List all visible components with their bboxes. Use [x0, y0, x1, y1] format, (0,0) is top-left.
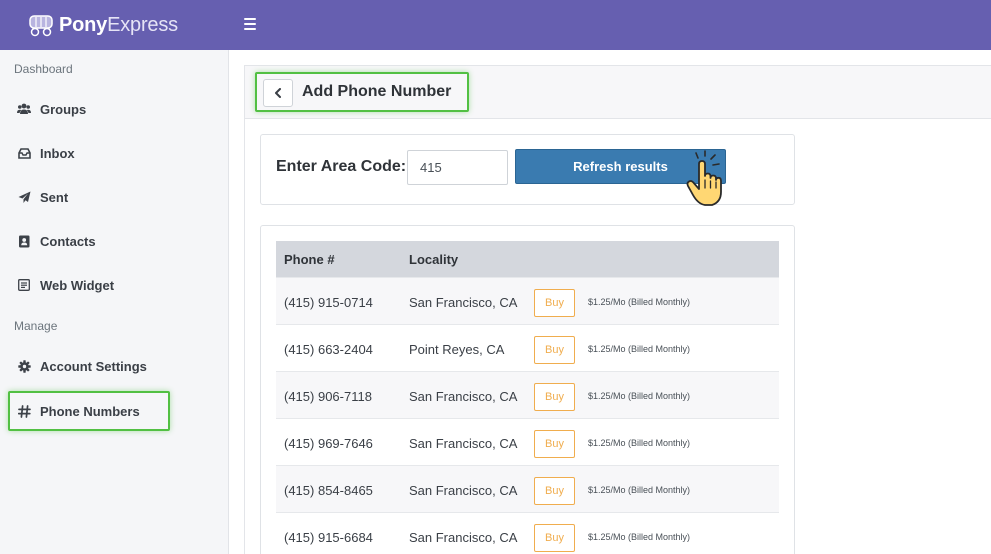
- hamburger-menu-icon[interactable]: [244, 18, 256, 30]
- page-title: Add Phone Number: [302, 83, 452, 100]
- table-row: (415) 915-6684 San Francisco, CA Buy $1.…: [276, 512, 779, 554]
- sidebar-section-manage: Manage: [14, 319, 58, 333]
- chevron-left-icon: [275, 88, 281, 98]
- sidebar-item-label: Sent: [40, 189, 69, 205]
- phone-number-cell: (415) 906-7118: [284, 389, 372, 404]
- address-book-icon: [17, 234, 31, 248]
- phone-results-card: Phone # Locality (415) 915-0714 San Fran…: [260, 225, 795, 554]
- table-row: (415) 906-7118 San Francisco, CA Buy $1.…: [276, 371, 779, 418]
- phone-results-table: Phone # Locality (415) 915-0714 San Fran…: [276, 241, 779, 554]
- table-row: (415) 969-7646 San Francisco, CA Buy $1.…: [276, 418, 779, 465]
- paper-plane-icon: [17, 190, 31, 204]
- sidebar-item-label: Phone Numbers: [40, 403, 140, 419]
- locality-cell: San Francisco, CA: [409, 530, 518, 545]
- buy-button[interactable]: Buy: [534, 289, 575, 317]
- locality-cell: San Francisco, CA: [409, 389, 518, 404]
- sidebar-item-web-widget[interactable]: Web Widget: [8, 265, 170, 305]
- buy-button[interactable]: Buy: [534, 430, 575, 458]
- table-row: (415) 663-2404 Point Reyes, CA Buy $1.25…: [276, 324, 779, 371]
- page-title-box: Add Phone Number: [255, 72, 469, 112]
- sidebar: Dashboard Groups Inbox Sent Contacts Web…: [0, 50, 229, 554]
- brand-name-light: Express: [107, 13, 178, 36]
- phone-number-cell: (415) 915-0714: [284, 295, 373, 310]
- table-header: Phone # Locality: [276, 241, 779, 277]
- brand-name: PonyExpress: [59, 14, 178, 37]
- sidebar-item-label: Contacts: [40, 233, 96, 249]
- hand-pointer-cursor-icon: [686, 150, 722, 206]
- sidebar-item-label: Groups: [40, 101, 87, 117]
- top-navbar: PonyExpress: [0, 0, 991, 50]
- sidebar-item-phone-numbers[interactable]: Phone Numbers: [8, 391, 170, 431]
- phone-number-cell: (415) 663-2404: [284, 342, 373, 357]
- price-cell: $1.25/Mo (Billed Monthly): [588, 391, 691, 401]
- gear-icon: [17, 359, 31, 373]
- buy-button[interactable]: Buy: [534, 477, 575, 505]
- column-header-locality: Locality: [409, 251, 459, 267]
- sidebar-item-contacts[interactable]: Contacts: [8, 221, 170, 261]
- sidebar-item-inbox[interactable]: Inbox: [8, 133, 170, 173]
- table-row: (415) 854-8465 San Francisco, CA Buy $1.…: [276, 465, 779, 512]
- phone-number-cell: (415) 854-8465: [284, 483, 373, 498]
- users-icon: [17, 102, 31, 116]
- page-header: Add Phone Number: [245, 66, 991, 119]
- price-cell: $1.25/Mo (Billed Monthly): [588, 344, 691, 354]
- sidebar-item-label: Inbox: [40, 145, 75, 161]
- sidebar-item-sent[interactable]: Sent: [8, 177, 170, 217]
- locality-cell: San Francisco, CA: [409, 295, 518, 310]
- sidebar-item-label: Web Widget: [40, 277, 115, 293]
- hash-icon: [17, 404, 31, 418]
- phone-number-cell: (415) 969-7646: [284, 436, 373, 451]
- sidebar-item-label: Account Settings: [40, 358, 147, 374]
- back-button[interactable]: [263, 79, 293, 107]
- widget-icon: [17, 278, 31, 292]
- price-cell: $1.25/Mo (Billed Monthly): [588, 532, 691, 542]
- locality-cell: San Francisco, CA: [409, 483, 518, 498]
- brand-name-bold: Pony: [59, 13, 108, 36]
- buy-button[interactable]: Buy: [534, 336, 575, 364]
- price-cell: $1.25/Mo (Billed Monthly): [588, 485, 691, 495]
- sidebar-item-groups[interactable]: Groups: [8, 89, 170, 129]
- column-header-phone: Phone #: [284, 251, 335, 267]
- buy-button[interactable]: Buy: [534, 383, 575, 411]
- sidebar-item-account-settings[interactable]: Account Settings: [8, 346, 170, 386]
- inbox-icon: [17, 146, 31, 160]
- area-code-label: Enter Area Code:: [276, 158, 407, 175]
- price-cell: $1.25/Mo (Billed Monthly): [588, 297, 691, 307]
- area-code-input[interactable]: [407, 150, 508, 185]
- locality-cell: Point Reyes, CA: [409, 342, 505, 357]
- table-row: (415) 915-0714 San Francisco, CA Buy $1.…: [276, 277, 779, 324]
- brand-logo[interactable]: PonyExpress: [28, 13, 178, 37]
- wagon-logo-icon: [29, 15, 53, 37]
- sidebar-section-dashboard: Dashboard: [14, 62, 73, 76]
- locality-cell: San Francisco, CA: [409, 436, 518, 451]
- phone-number-cell: (415) 915-6684: [284, 530, 373, 545]
- buy-button[interactable]: Buy: [534, 524, 575, 552]
- price-cell: $1.25/Mo (Billed Monthly): [588, 438, 691, 448]
